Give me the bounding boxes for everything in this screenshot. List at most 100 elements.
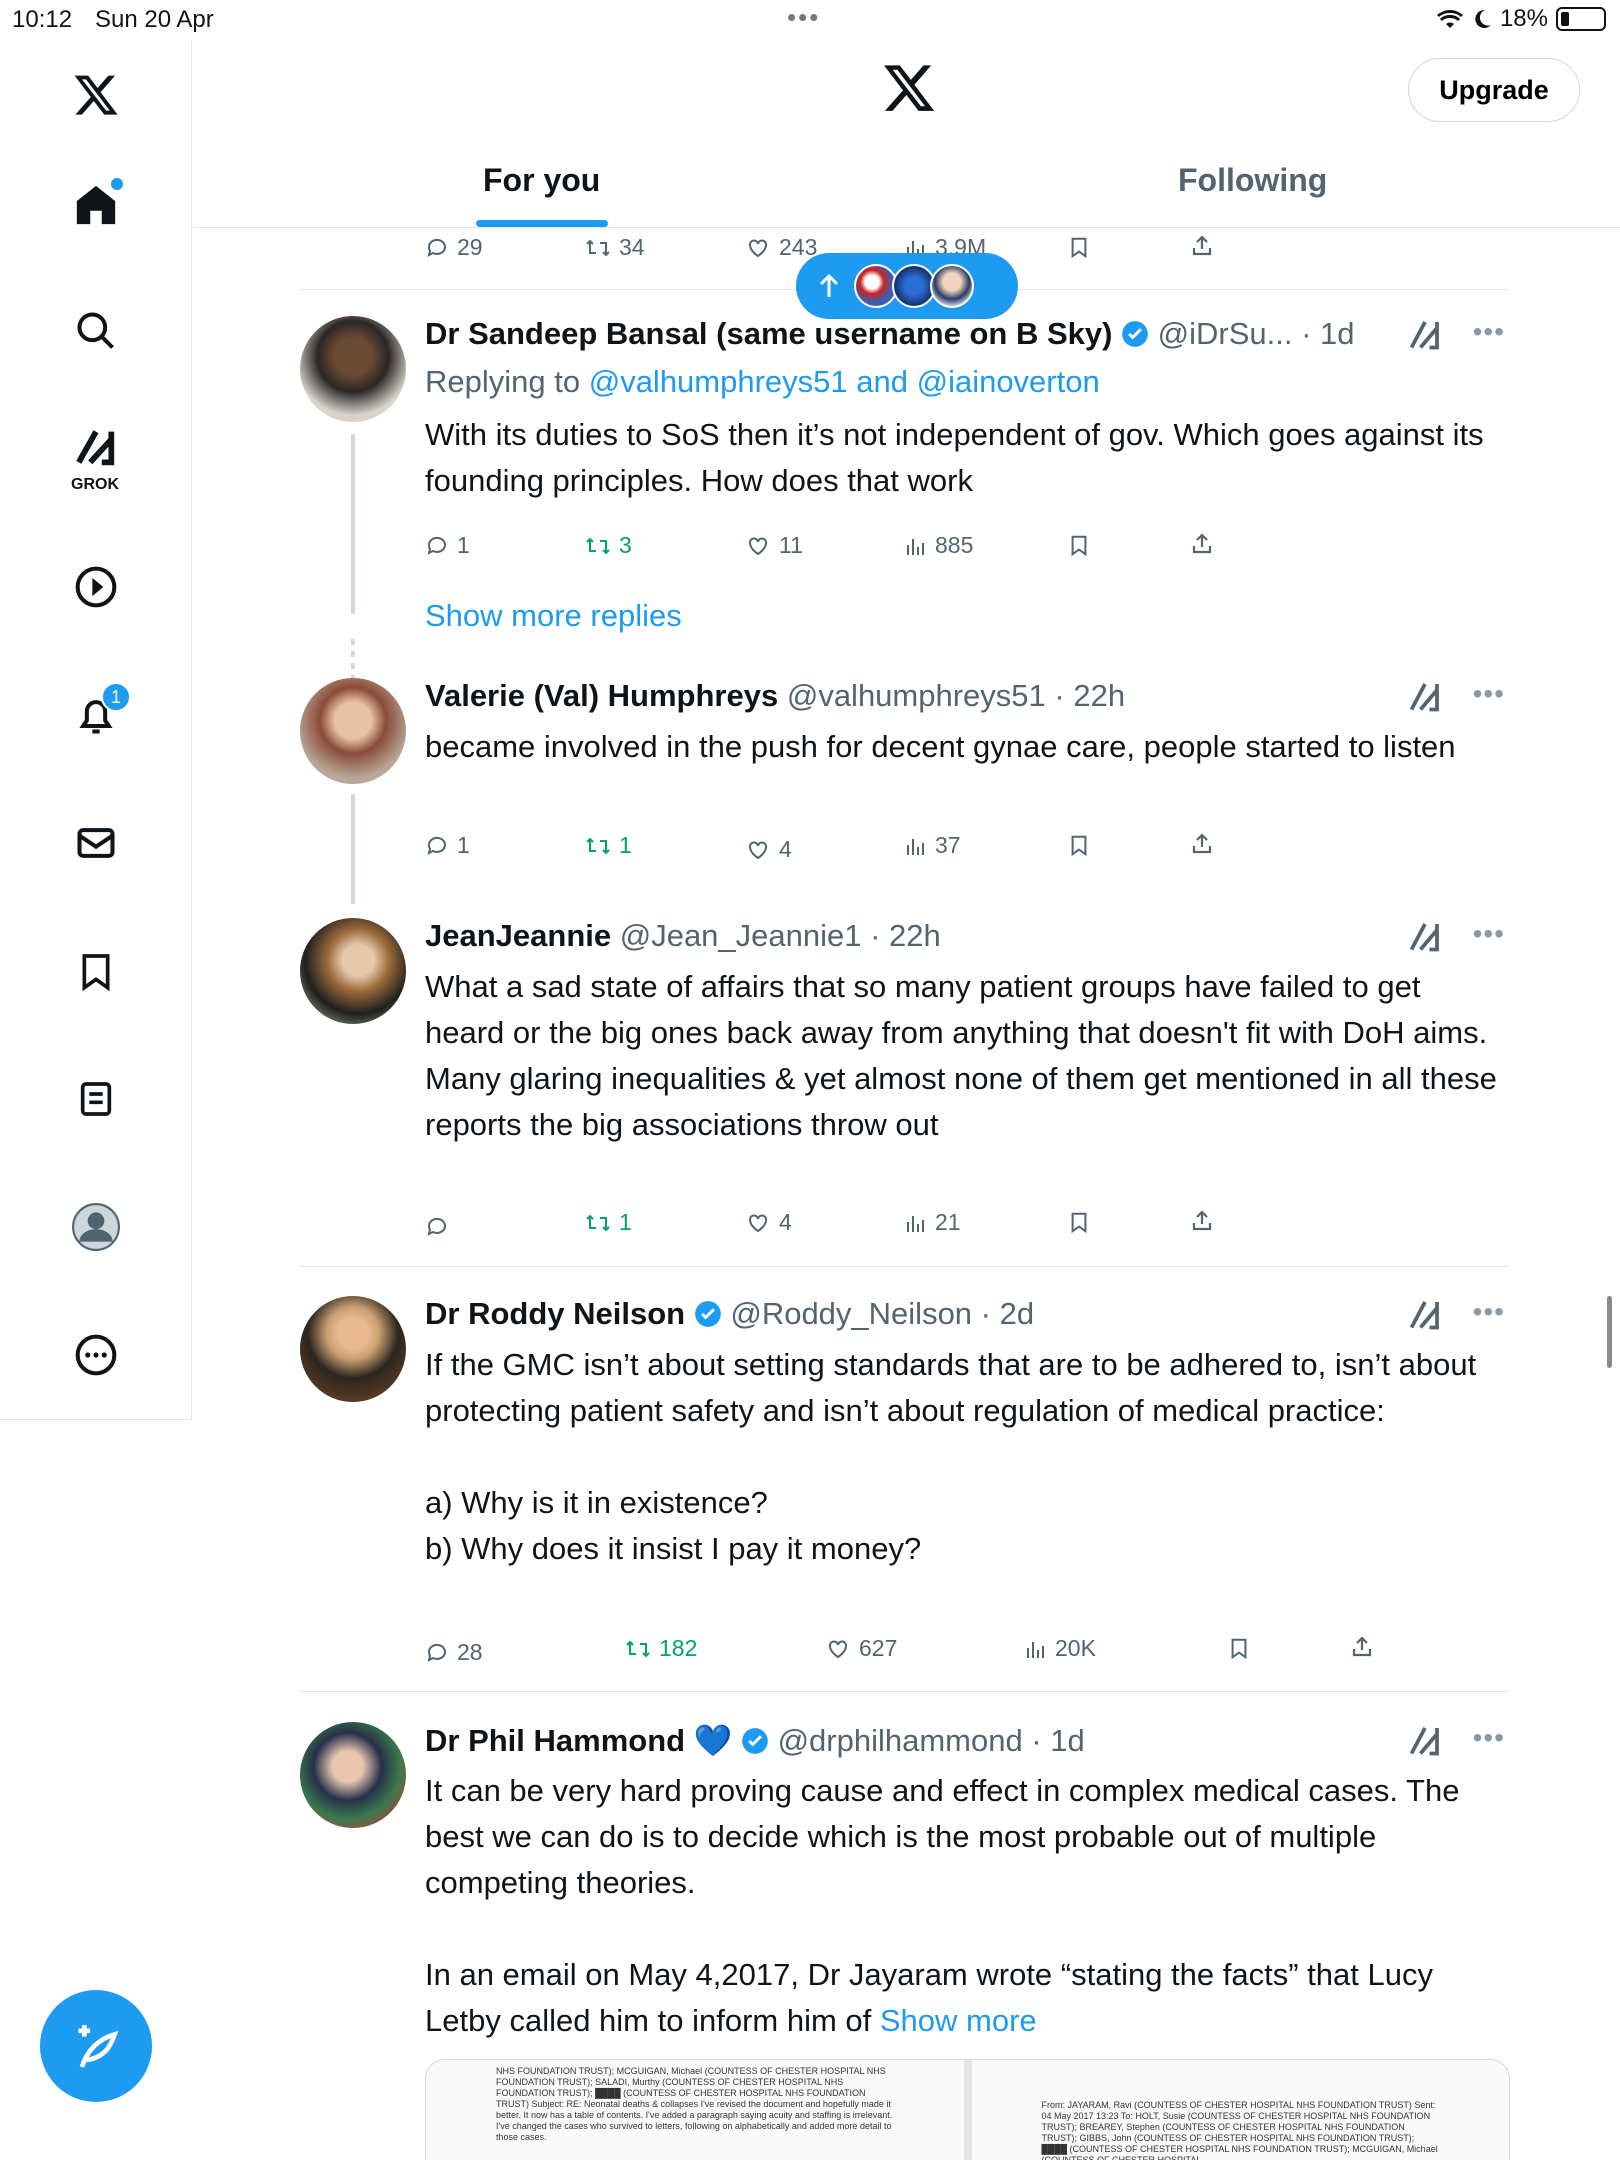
reply-icon [427,536,446,555]
like-count: 627 [859,1635,898,1661]
like-button[interactable]: 4 [745,836,792,863]
author-name[interactable]: JeanJeannie [425,918,611,953]
views-icon [1027,1641,1044,1658]
tab-for-you[interactable]: For you [483,162,600,199]
share-button[interactable] [1190,1209,1214,1233]
like-button[interactable]: 4 [745,1209,792,1236]
repost-button[interactable]: 1 [585,832,632,859]
views-button[interactable]: 885 [905,532,973,559]
tweet-time[interactable]: · 2d [981,1296,1034,1331]
compose-post-button[interactable] [40,1990,152,2102]
sidebar-item-bookmarks[interactable] [61,936,131,1006]
like-button[interactable]: 243 [745,234,817,261]
author-handle[interactable]: @drphilhammond [778,1723,1023,1758]
sidebar-item-video[interactable] [61,552,131,622]
author-name[interactable]: Dr Sandeep Bansal (same username on B Sk… [425,316,1112,351]
tweet[interactable]: Dr Roddy Neilson @Roddy_Neilson · 2d •••… [300,1296,1510,1656]
tweet-time[interactable]: · 22h [1054,678,1125,713]
show-more-replies-link[interactable]: Show more replies [425,598,682,634]
author-avatar[interactable] [300,1722,406,1828]
author-name[interactable]: Valerie (Val) Humphreys [425,678,778,713]
reply-button[interactable]: 29 [425,234,483,261]
author-avatar[interactable] [300,1296,406,1402]
tweet-time[interactable]: · 1d [1301,316,1354,351]
author-handle[interactable]: @Jean_Jeannie1 [620,918,862,953]
media-document-1[interactable]: NHS FOUNDATION TRUST); MCGUIGAN, Michael… [426,2060,972,2160]
reply-button[interactable]: 1 [425,532,470,559]
sidebar-item-more[interactable] [61,1320,131,1390]
share-button[interactable] [1190,234,1214,258]
grok-explain-icon[interactable] [1407,1296,1443,1332]
more-options-icon[interactable]: ••• [1473,1722,1505,1754]
upgrade-button[interactable]: Upgrade [1408,58,1580,122]
repost-button[interactable]: 182 [625,1635,697,1662]
views-button[interactable]: 37 [905,832,961,859]
sidebar-item-home[interactable] [61,170,131,240]
x-logo-header-icon[interactable] [881,60,937,121]
more-options-icon[interactable]: ••• [1473,316,1505,348]
more-options-icon[interactable]: ••• [1473,918,1505,950]
tab-following[interactable]: Following [1178,162,1327,199]
sidebar-item-notifications[interactable]: 1 [61,680,131,750]
battery-icon [1556,7,1606,31]
replying-handles[interactable]: @valhumphreys51 and @iainoverton [589,364,1100,399]
tweet[interactable]: Dr Phil Hammond 💙 @drphilhammond · 1d ••… [300,1722,1510,2062]
author-avatar[interactable] [300,678,406,784]
tweet-text-body: It can be very hard proving cause and ef… [425,1773,1460,2038]
search-icon [77,312,114,349]
grok-explain-icon[interactable] [1407,918,1443,954]
sidebar-item-lists[interactable] [61,1064,131,1134]
sidebar-item-explore[interactable] [61,296,131,366]
author-avatar[interactable] [300,918,406,1024]
new-posts-pill[interactable] [796,253,1018,319]
tweet-body: Dr Sandeep Bansal (same username on B Sk… [425,316,1505,504]
like-button[interactable]: 11 [745,532,803,559]
repost-button[interactable]: 3 [585,532,632,559]
tweet-time[interactable]: · 1d [1031,1723,1084,1758]
more-options-icon[interactable]: ••• [1473,678,1505,710]
tweet[interactable]: JeanJeannie @Jean_Jeannie1 · 22h ••• Wha… [300,918,1510,1218]
author-handle[interactable]: @iDrSu... [1158,316,1293,351]
share-button[interactable] [1350,1635,1374,1659]
bookmark-button[interactable] [1228,1635,1250,1661]
bookmark-button[interactable] [1068,832,1090,858]
author-name[interactable]: Dr Roddy Neilson [425,1296,685,1331]
views-button[interactable]: 20K [1025,1635,1096,1662]
repost-count: 3 [619,532,632,558]
sidebar-item-profile[interactable] [61,1192,131,1262]
grok-explain-icon[interactable] [1407,678,1443,714]
author-avatar[interactable] [300,316,406,422]
bookmark-icon [1231,1638,1247,1660]
tweet-media-images[interactable]: NHS FOUNDATION TRUST); MCGUIGAN, Michael… [425,2059,1510,2160]
media-document-2[interactable]: From: JAYARAM, Ravi (COUNTESS OF CHESTER… [971,2060,1509,2160]
like-button[interactable]: 627 [825,1635,897,1662]
repost-button[interactable]: 34 [585,234,645,261]
sidebar-item-grok[interactable]: GROK [61,420,131,493]
reply-button[interactable] [425,1215,457,1239]
reply-button[interactable]: 28 [425,1639,483,1666]
more-circle-icon [75,1334,117,1376]
grok-explain-icon[interactable] [1407,316,1443,352]
share-button[interactable] [1190,532,1214,556]
more-options-icon[interactable]: ••• [1473,1296,1505,1328]
reply-button[interactable]: 1 [425,832,470,859]
author-name[interactable]: Dr Phil Hammond [425,1723,685,1758]
scrollbar[interactable] [1607,1296,1612,1368]
notification-badge: 1 [101,682,131,712]
sidebar-item-messages[interactable] [61,808,131,878]
bookmark-button[interactable] [1068,1209,1090,1235]
bookmark-button[interactable] [1068,532,1090,558]
author-handle[interactable]: @Roddy_Neilson [730,1296,972,1331]
share-button[interactable] [1190,832,1214,856]
x-logo-icon[interactable] [61,60,131,130]
grok-explain-icon[interactable] [1407,1722,1443,1758]
play-icon [75,566,117,608]
divider [300,1266,1508,1267]
author-handle[interactable]: @valhumphreys51 [787,678,1046,713]
bookmark-button[interactable] [1068,234,1090,260]
tweet-time[interactable]: · 22h [870,918,941,953]
multitasking-dots-icon[interactable]: ••• [787,2,820,33]
repost-button[interactable]: 1 [585,1209,632,1236]
views-button[interactable]: 21 [905,1209,961,1236]
show-more-link[interactable]: Show more [880,2003,1037,2038]
